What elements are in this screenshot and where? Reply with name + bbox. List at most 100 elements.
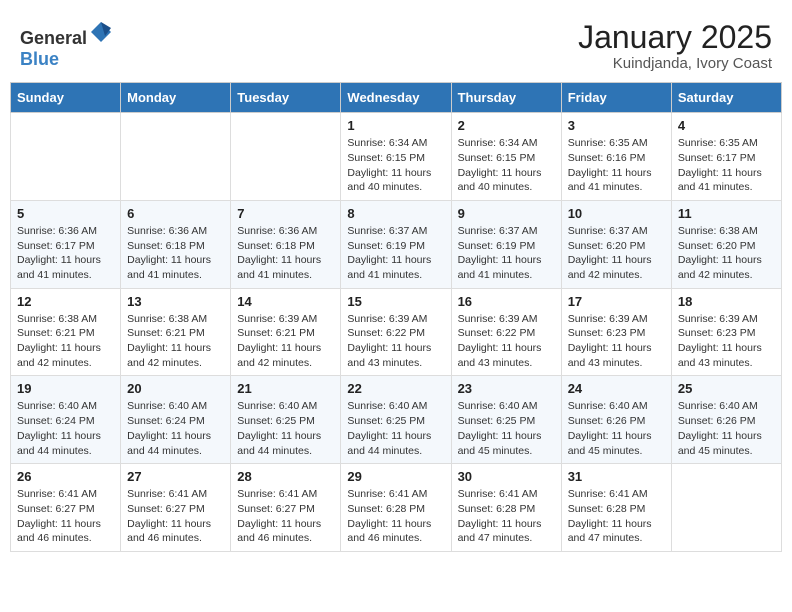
day-number: 17: [568, 294, 665, 309]
calendar-cell: 16 Sunrise: 6:39 AM Sunset: 6:22 PM Dayli…: [451, 288, 561, 376]
day-number: 20: [127, 381, 224, 396]
calendar-cell: 8 Sunrise: 6:37 AM Sunset: 6:19 PM Daylig…: [341, 200, 451, 288]
day-info: Sunrise: 6:39 AM Sunset: 6:23 PM Dayligh…: [568, 312, 665, 371]
calendar-cell: 28 Sunrise: 6:41 AM Sunset: 6:27 PM Dayli…: [231, 464, 341, 552]
calendar-cell: 17 Sunrise: 6:39 AM Sunset: 6:23 PM Dayli…: [561, 288, 671, 376]
day-number: 30: [458, 469, 555, 484]
header-monday: Monday: [121, 83, 231, 113]
header-wednesday: Wednesday: [341, 83, 451, 113]
calendar-week-row: 26Sunrise: 6:41 AM Sunset: 6:27 PM Dayli…: [11, 464, 782, 552]
calendar-cell: 29Sunrise: 6:41 AM Sunset: 6:28 PM Dayli…: [341, 464, 451, 552]
day-number: 9: [458, 206, 555, 221]
day-info: Sunrise: 6:36 AM Sunset: 6:18 PM Dayligh…: [127, 224, 224, 283]
day-info: Sunrise: 6:39 AM Sunset: 6:22 PM Dayligh…: [458, 312, 555, 371]
calendar-cell: 22 Sunrise: 6:40 AM Sunset: 6:25 PM Dayli…: [341, 376, 451, 464]
calendar-cell: 24 Sunrise: 6:40 AM Sunset: 6:26 PM Dayli…: [561, 376, 671, 464]
day-info: Sunrise: 6:36 AM Sunset: 6:18 PM Dayligh…: [237, 224, 334, 283]
day-info: Sunrise: 6:35 AM Sunset: 6:16 PM Dayligh…: [568, 136, 665, 195]
header-sunday: Sunday: [11, 83, 121, 113]
calendar-week-row: 5 Sunrise: 6:36 AM Sunset: 6:17 PM Daylig…: [11, 200, 782, 288]
day-info: Sunrise: 6:40 AM Sunset: 6:26 PM Dayligh…: [678, 399, 775, 458]
calendar-cell: 12 Sunrise: 6:38 AM Sunset: 6:21 PM Dayli…: [11, 288, 121, 376]
day-info: Sunrise: 6:38 AM Sunset: 6:20 PM Dayligh…: [678, 224, 775, 283]
day-info: Sunrise: 6:40 AM Sunset: 6:26 PM Dayligh…: [568, 399, 665, 458]
day-number: 1: [347, 118, 444, 133]
day-info: Sunrise: 6:40 AM Sunset: 6:24 PM Dayligh…: [127, 399, 224, 458]
day-info: Sunrise: 6:34 AM Sunset: 6:15 PM Dayligh…: [458, 136, 555, 195]
day-number: 31: [568, 469, 665, 484]
calendar-cell: 18 Sunrise: 6:39 AM Sunset: 6:23 PM Dayli…: [671, 288, 781, 376]
day-number: 13: [127, 294, 224, 309]
header-friday: Friday: [561, 83, 671, 113]
calendar-cell: 26Sunrise: 6:41 AM Sunset: 6:27 PM Dayli…: [11, 464, 121, 552]
day-number: 28: [237, 469, 334, 484]
calendar-subtitle: Kuindjanda, Ivory Coast: [578, 55, 772, 72]
calendar-cell: [11, 113, 121, 201]
day-info: Sunrise: 6:36 AM Sunset: 6:17 PM Dayligh…: [17, 224, 114, 283]
day-info: Sunrise: 6:41 AM Sunset: 6:27 PM Dayligh…: [237, 487, 334, 546]
calendar-cell: 1 Sunrise: 6:34 AM Sunset: 6:15 PM Daylig…: [341, 113, 451, 201]
day-info: Sunrise: 6:39 AM Sunset: 6:22 PM Dayligh…: [347, 312, 444, 371]
day-info: Sunrise: 6:39 AM Sunset: 6:21 PM Dayligh…: [237, 312, 334, 371]
day-number: 10: [568, 206, 665, 221]
calendar-cell: 19Sunrise: 6:40 AM Sunset: 6:24 PM Dayli…: [11, 376, 121, 464]
calendar-cell: [121, 113, 231, 201]
calendar-week-row: 1 Sunrise: 6:34 AM Sunset: 6:15 PM Daylig…: [11, 113, 782, 201]
day-number: 11: [678, 206, 775, 221]
title-block: January 2025 Kuindjanda, Ivory Coast: [578, 20, 772, 72]
day-info: Sunrise: 6:37 AM Sunset: 6:19 PM Dayligh…: [347, 224, 444, 283]
day-number: 27: [127, 469, 224, 484]
day-number: 3: [568, 118, 665, 133]
day-number: 6: [127, 206, 224, 221]
day-info: Sunrise: 6:37 AM Sunset: 6:19 PM Dayligh…: [458, 224, 555, 283]
calendar-cell: 10Sunrise: 6:37 AM Sunset: 6:20 PM Dayli…: [561, 200, 671, 288]
page-header: General Blue January 2025 Kuindjanda, Iv…: [10, 10, 782, 77]
day-info: Sunrise: 6:38 AM Sunset: 6:21 PM Dayligh…: [17, 312, 114, 371]
calendar-cell: 6 Sunrise: 6:36 AM Sunset: 6:18 PM Daylig…: [121, 200, 231, 288]
calendar-cell: 31Sunrise: 6:41 AM Sunset: 6:28 PM Dayli…: [561, 464, 671, 552]
calendar-cell: 27Sunrise: 6:41 AM Sunset: 6:27 PM Dayli…: [121, 464, 231, 552]
day-number: 5: [17, 206, 114, 221]
calendar-cell: 2 Sunrise: 6:34 AM Sunset: 6:15 PM Daylig…: [451, 113, 561, 201]
calendar-cell: 5 Sunrise: 6:36 AM Sunset: 6:17 PM Daylig…: [11, 200, 121, 288]
day-number: 21: [237, 381, 334, 396]
calendar-cell: 4Sunrise: 6:35 AM Sunset: 6:17 PM Daylig…: [671, 113, 781, 201]
calendar-cell: 21Sunrise: 6:40 AM Sunset: 6:25 PM Dayli…: [231, 376, 341, 464]
day-info: Sunrise: 6:34 AM Sunset: 6:15 PM Dayligh…: [347, 136, 444, 195]
day-number: 24: [568, 381, 665, 396]
calendar-cell: 25Sunrise: 6:40 AM Sunset: 6:26 PM Dayli…: [671, 376, 781, 464]
calendar-cell: [231, 113, 341, 201]
day-info: Sunrise: 6:41 AM Sunset: 6:27 PM Dayligh…: [17, 487, 114, 546]
day-number: 23: [458, 381, 555, 396]
calendar-cell: 15 Sunrise: 6:39 AM Sunset: 6:22 PM Dayli…: [341, 288, 451, 376]
day-info: Sunrise: 6:39 AM Sunset: 6:23 PM Dayligh…: [678, 312, 775, 371]
day-info: Sunrise: 6:41 AM Sunset: 6:28 PM Dayligh…: [458, 487, 555, 546]
calendar-cell: 14Sunrise: 6:39 AM Sunset: 6:21 PM Dayli…: [231, 288, 341, 376]
day-number: 18: [678, 294, 775, 309]
day-info: Sunrise: 6:35 AM Sunset: 6:17 PM Dayligh…: [678, 136, 775, 195]
day-number: 12: [17, 294, 114, 309]
logo-icon: [89, 20, 113, 44]
header-saturday: Saturday: [671, 83, 781, 113]
day-number: 16: [458, 294, 555, 309]
day-number: 15: [347, 294, 444, 309]
logo-general: General: [20, 28, 87, 48]
header-thursday: Thursday: [451, 83, 561, 113]
day-info: Sunrise: 6:38 AM Sunset: 6:21 PM Dayligh…: [127, 312, 224, 371]
calendar-table: SundayMondayTuesdayWednesdayThursdayFrid…: [10, 82, 782, 552]
day-number: 19: [17, 381, 114, 396]
day-number: 22: [347, 381, 444, 396]
calendar-cell: 7Sunrise: 6:36 AM Sunset: 6:18 PM Daylig…: [231, 200, 341, 288]
day-info: Sunrise: 6:40 AM Sunset: 6:25 PM Dayligh…: [347, 399, 444, 458]
logo: General Blue: [20, 20, 113, 70]
calendar-cell: [671, 464, 781, 552]
calendar-cell: 23 Sunrise: 6:40 AM Sunset: 6:25 PM Dayli…: [451, 376, 561, 464]
calendar-cell: 9 Sunrise: 6:37 AM Sunset: 6:19 PM Daylig…: [451, 200, 561, 288]
day-info: Sunrise: 6:40 AM Sunset: 6:25 PM Dayligh…: [458, 399, 555, 458]
calendar-cell: 13 Sunrise: 6:38 AM Sunset: 6:21 PM Dayli…: [121, 288, 231, 376]
day-number: 2: [458, 118, 555, 133]
day-number: 8: [347, 206, 444, 221]
calendar-week-row: 19 Sunrise: 6:40 AM Sunset: 6:24 PM Dayli…: [11, 376, 782, 464]
day-number: 29: [347, 469, 444, 484]
calendar-cell: 11 Sunrise: 6:38 AM Sunset: 6:20 PM Dayli…: [671, 200, 781, 288]
